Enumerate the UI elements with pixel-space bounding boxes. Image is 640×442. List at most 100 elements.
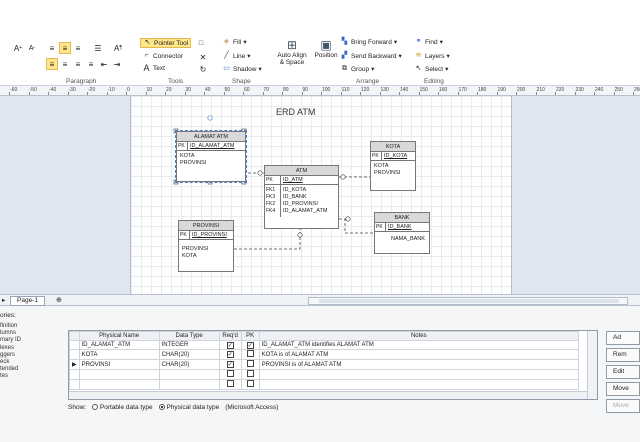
entity-provinsi[interactable]: PROVINSI PK ID_PROVINSI PROVINSI KOTA [178, 220, 234, 272]
row-selector[interactable] [69, 349, 80, 360]
align-bottom-button[interactable]: ≡ [72, 42, 84, 54]
row-selector[interactable] [69, 379, 80, 390]
add-button[interactable]: Ad [606, 331, 640, 345]
type-cell[interactable] [158, 379, 220, 390]
find-button[interactable]: ⚭ Find ▾ [414, 38, 443, 46]
align-left-button[interactable]: ≡ [46, 58, 58, 70]
type-cell[interactable]: INTEGER [158, 340, 220, 350]
category-item[interactable]: finition [0, 323, 60, 330]
category-item[interactable]: eck [0, 359, 60, 366]
notes-cell[interactable]: KOTA is of ALAMAT ATM [258, 349, 580, 360]
bullets-button[interactable]: ☰ [92, 42, 104, 54]
tab-nav-icon[interactable]: ▸ [2, 296, 5, 304]
remove-button[interactable]: Rem [606, 348, 640, 362]
position-button[interactable]: ▣ Position [311, 38, 341, 76]
scrollbar-thumb[interactable] [319, 299, 619, 303]
notes-cell[interactable] [258, 379, 580, 390]
reqd-cell[interactable]: ✓ [218, 359, 242, 370]
category-item[interactable]: tended [0, 366, 60, 373]
shrink-font-button[interactable]: A- [26, 42, 38, 54]
fill-button[interactable]: ◈ Fill ▾ [222, 38, 247, 46]
rotate-tool-button[interactable]: ↻ [198, 64, 208, 74]
decrease-indent-button[interactable]: ⇤ [98, 58, 110, 70]
checkbox[interactable]: ✓ [226, 341, 234, 349]
col-pk[interactable]: PK [240, 331, 260, 341]
move-down-button[interactable]: Move [606, 399, 640, 413]
line-button[interactable]: ╱ Line ▾ [222, 52, 250, 60]
checkbox[interactable] [246, 360, 254, 367]
pk-cell[interactable] [240, 379, 260, 390]
text-block-button[interactable]: A ¶ [112, 42, 124, 54]
horizontal-scrollbar[interactable] [308, 297, 628, 305]
col-reqd[interactable]: Req'd [218, 331, 242, 341]
close-shape-button[interactable]: ✕ [198, 52, 208, 62]
name-cell[interactable]: KOTA [78, 349, 160, 360]
align-top-button[interactable]: ≡ [46, 42, 58, 54]
pk-cell[interactable] [240, 359, 260, 370]
name-cell[interactable]: PROVINSI [78, 359, 160, 370]
rectangle-tool-button[interactable]: □ [196, 38, 206, 48]
name-cell[interactable] [78, 379, 160, 390]
table-row[interactable]: ID_ALAMAT_ATM INTEGER ✓ ✓ ID_ALAMAT_ATM iden… [69, 340, 580, 350]
align-center-button[interactable]: ≡ [59, 58, 71, 70]
justify-button[interactable]: ≡ [85, 58, 97, 70]
type-cell[interactable]: CHAR(20) [158, 349, 220, 360]
col-notes[interactable]: Notes [258, 331, 580, 341]
radio-icon[interactable] [92, 404, 99, 411]
increase-indent-button[interactable]: ⇥ [111, 58, 123, 70]
move-up-button[interactable]: Move [606, 382, 640, 396]
category-item[interactable]: lumns [0, 330, 60, 337]
category-item[interactable]: lexes [0, 345, 60, 352]
reqd-cell[interactable] [218, 379, 242, 390]
reqd-cell[interactable]: ✓ [218, 340, 242, 350]
checkbox[interactable] [226, 380, 234, 387]
category-item[interactable]: mary ID [0, 337, 60, 344]
edit-button[interactable]: Edit [606, 365, 640, 379]
align-middle-button[interactable]: ≡ [59, 42, 71, 54]
notes-cell[interactable]: ID_ALAMAT_ATM identifies ALAMAT ATM [258, 340, 580, 350]
grow-font-button[interactable]: A + [12, 42, 24, 54]
group-button[interactable]: ⧉ Group ▾ [340, 65, 374, 73]
select-button[interactable]: ↖ Select ▾ [414, 65, 449, 73]
physical-option[interactable]: Physical data type [158, 404, 219, 411]
pointer-tool-button[interactable]: ↖ Pointer Tool [140, 38, 192, 48]
notes-cell[interactable] [258, 369, 580, 380]
pk-cell[interactable] [240, 369, 260, 380]
table-row[interactable]: KOTA CHAR(20) ✓ KOTA is of ALAMAT ATM [69, 349, 580, 360]
layers-button[interactable]: ≋ Layers ▾ [414, 52, 450, 60]
send-backward-button[interactable]: ▞ Send Backward ▾ [340, 52, 402, 60]
notes-cell[interactable]: PROVINSI is of ALAMAT ATM [258, 359, 580, 370]
table-row[interactable] [69, 369, 580, 380]
name-cell[interactable] [78, 369, 160, 380]
type-cell[interactable]: CHAR(20) [158, 359, 220, 370]
row-selector[interactable] [69, 340, 80, 350]
bring-forward-button[interactable]: ▚ Bring Forward ▾ [340, 38, 397, 46]
pk-cell[interactable]: ✓ [240, 340, 260, 350]
shadow-button[interactable]: ▭ Shadow ▾ [222, 65, 262, 73]
portable-option[interactable]: Portable data type [92, 404, 153, 411]
auto-align-button[interactable]: ⊞ Auto Align & Space [272, 38, 312, 76]
reqd-cell[interactable] [218, 369, 242, 380]
reqd-cell[interactable]: ✓ [218, 349, 242, 360]
checkbox[interactable]: ✓ [226, 351, 234, 358]
insert-page-icon[interactable]: ⊕ [56, 296, 62, 304]
checkbox[interactable] [246, 380, 254, 387]
table-row[interactable]: ▶ PROVINSI CHAR(20) ✓ PROVINSI is of ALAMAT … [69, 359, 580, 370]
vertical-scrollbar[interactable] [587, 331, 597, 399]
connector-tool-button[interactable]: ⌐ Connector [142, 52, 183, 60]
checkbox[interactable]: ✓ [226, 361, 234, 368]
radio-selected-icon[interactable] [158, 404, 165, 411]
checkbox[interactable] [246, 350, 254, 357]
checkbox[interactable] [246, 370, 254, 377]
col-physical-name[interactable]: Physical Name [78, 331, 160, 341]
category-item[interactable]: ggers [0, 352, 60, 359]
grid-horizontal-scrollbar[interactable] [69, 391, 587, 399]
checkbox[interactable]: ✓ [246, 341, 254, 349]
type-cell[interactable] [158, 369, 220, 380]
align-right-button[interactable]: ≡ [72, 58, 84, 70]
entity-bank[interactable]: BANK PK ID_BANK NAMA_BANK [374, 212, 430, 254]
tab-page-1[interactable]: Page-1 [10, 296, 45, 306]
text-tool-button[interactable]: A Text [142, 64, 164, 73]
table-row[interactable] [69, 379, 580, 390]
entity-kota[interactable]: KOTA PK ID_KOTA KOTA PROVINSI [370, 141, 416, 191]
